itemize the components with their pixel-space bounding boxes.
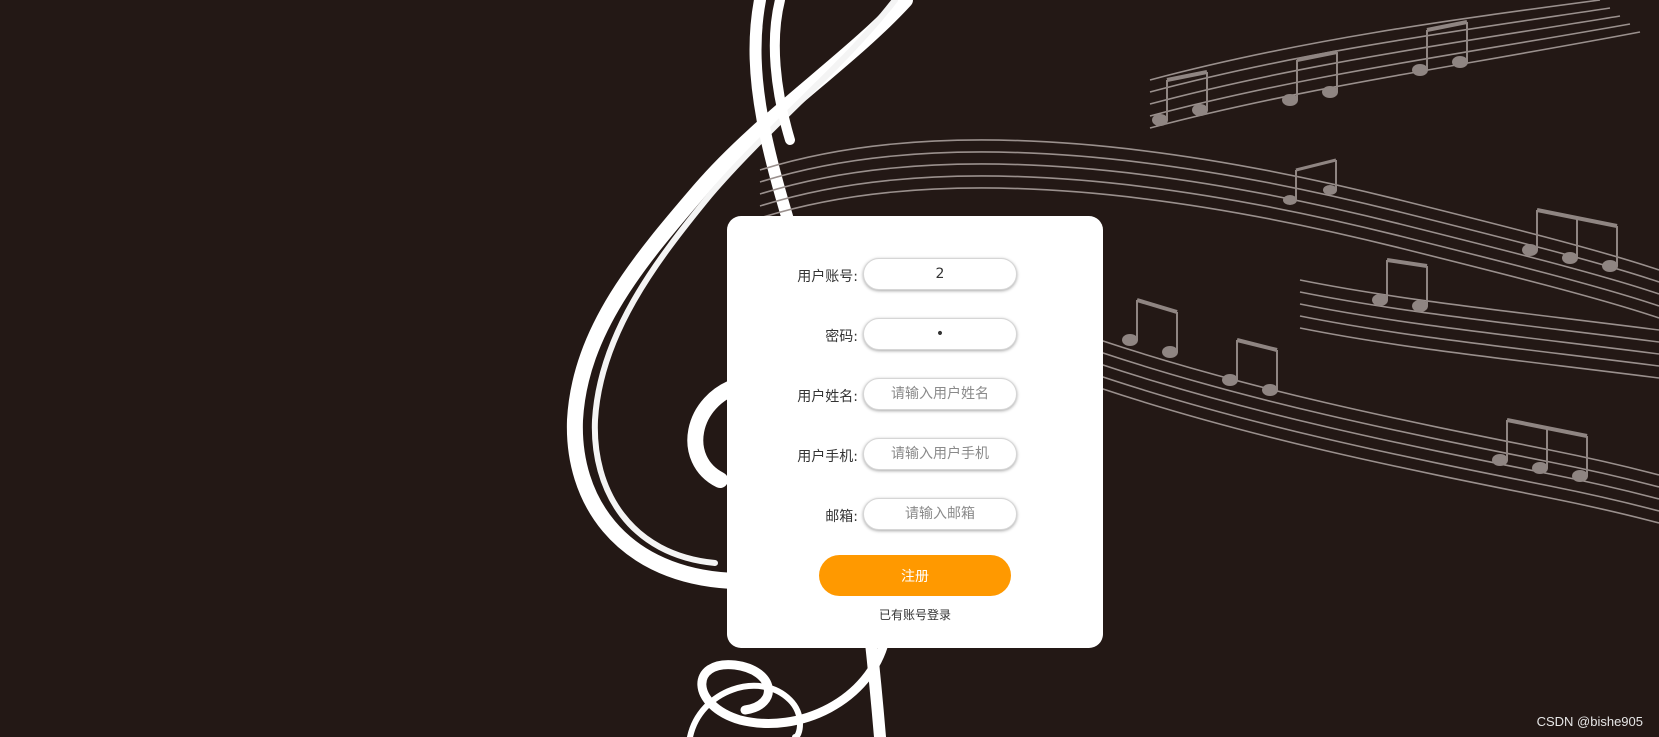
password-label: 密码:	[825, 329, 858, 345]
account-row: 用户账号:	[727, 258, 1103, 292]
staff-line	[1149, 23, 1631, 117]
phone-row: 用户手机:	[727, 438, 1103, 472]
email-row: 邮箱:	[727, 498, 1103, 532]
name-input[interactable]	[863, 378, 1017, 410]
email-label: 邮箱:	[825, 509, 858, 525]
music-note	[1222, 338, 1278, 396]
staff-line	[1149, 15, 1621, 105]
staff-line	[1099, 375, 1659, 512]
staff-line	[1149, 31, 1641, 129]
password-input[interactable]	[863, 318, 1017, 350]
music-note	[1372, 258, 1428, 312]
music-note	[1492, 418, 1588, 482]
register-page: 用户账号: 密码: 用户姓名: 用户手机: 邮箱: 注册 已有账号登录 CSDN…	[0, 0, 1659, 737]
staff-line	[1299, 303, 1659, 355]
staff-line	[1099, 339, 1659, 476]
register-form-card: 用户账号: 密码: 用户姓名: 用户手机: 邮箱: 注册 已有账号登录	[727, 216, 1103, 648]
account-input[interactable]	[863, 258, 1017, 290]
name-row: 用户姓名:	[727, 378, 1103, 412]
staff-line	[1099, 351, 1659, 488]
account-label: 用户账号:	[797, 269, 858, 285]
watermark-text: CSDN @bishe905	[1536, 714, 1643, 729]
name-label: 用户姓名:	[797, 389, 858, 405]
register-button[interactable]: 注册	[819, 555, 1011, 596]
music-note	[1283, 158, 1337, 205]
staff-line	[1299, 291, 1659, 343]
treble-clef-tail	[697, 635, 890, 728]
staff-line	[1299, 279, 1659, 331]
password-row: 密码:	[727, 318, 1103, 352]
login-link[interactable]: 已有账号登录	[727, 606, 1103, 623]
email-input[interactable]	[863, 498, 1017, 530]
music-note	[1522, 208, 1618, 272]
music-note	[1122, 298, 1178, 358]
phone-input[interactable]	[863, 438, 1017, 470]
phone-label: 用户手机:	[797, 449, 858, 465]
